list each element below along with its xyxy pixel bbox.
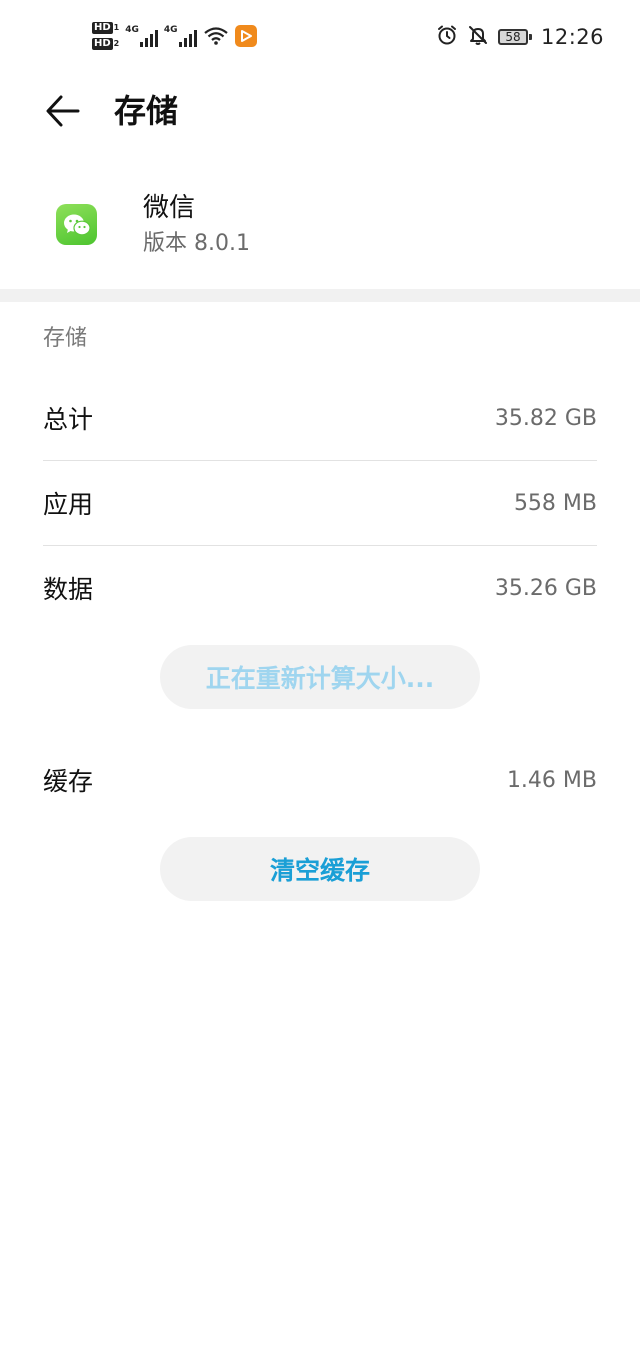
row-label: 缓存 [43, 767, 94, 796]
status-bar-right: 58 12:26 [436, 22, 604, 52]
hd-sim2: HD 2 [92, 37, 119, 51]
app-version: 版本 8.0.1 [143, 231, 250, 256]
signal-icon [178, 29, 197, 47]
section-label: 存储 [43, 326, 88, 351]
signal-sim1: 4G [125, 25, 158, 47]
hd-indicator: HD 1 HD 2 [92, 21, 119, 51]
row-value: 558 MB [513, 490, 597, 516]
status-time: 12:26 [540, 25, 604, 49]
back-arrow-icon[interactable] [44, 92, 82, 130]
storage-row-total: 总计 35.82 GB [43, 376, 597, 460]
recalculating-button: 正在重新计算大小... [160, 645, 480, 709]
storage-row-app: 应用 558 MB [43, 461, 597, 545]
wechat-icon [56, 204, 97, 245]
hd-sim1: HD 1 [92, 21, 119, 35]
app-notification-icon [234, 25, 257, 47]
hd-icon: HD [92, 22, 113, 34]
hd-icon: HD [92, 38, 113, 50]
section-divider [0, 289, 640, 302]
storage-row-cache: 缓存 1.46 MB [43, 738, 597, 822]
row-value: 1.46 MB [506, 767, 597, 793]
row-label: 数据 [43, 575, 94, 604]
status-bar: HD 1 HD 2 4G 4G 58 12:26 [0, 0, 640, 72]
row-value: 35.82 GB [494, 405, 597, 431]
hd-sim1-number: 1 [113, 23, 120, 32]
app-info: 微信 版本 8.0.1 [0, 180, 640, 280]
hd-sim2-number: 2 [113, 39, 120, 48]
mute-bell-icon [467, 24, 489, 50]
battery-icon: 58 [497, 29, 532, 45]
app-name: 微信 [143, 193, 196, 223]
signal-icon [139, 29, 158, 47]
row-value: 35.26 GB [494, 575, 597, 601]
page-title: 存储 [114, 92, 179, 130]
signal-sim2: 4G [164, 25, 197, 47]
storage-row-data: 数据 35.26 GB [43, 546, 597, 630]
row-label: 应用 [43, 490, 94, 519]
status-bar-left: HD 1 HD 2 4G 4G [92, 16, 257, 56]
row-label: 总计 [43, 405, 94, 434]
network-type-label: 4G [125, 25, 139, 35]
clear-cache-button[interactable]: 清空缓存 [160, 837, 480, 901]
battery-level: 58 [505, 30, 521, 44]
alarm-icon [436, 24, 458, 50]
header: 存储 [0, 78, 640, 144]
wifi-icon [203, 26, 229, 46]
network-type-label: 4G [163, 25, 178, 35]
